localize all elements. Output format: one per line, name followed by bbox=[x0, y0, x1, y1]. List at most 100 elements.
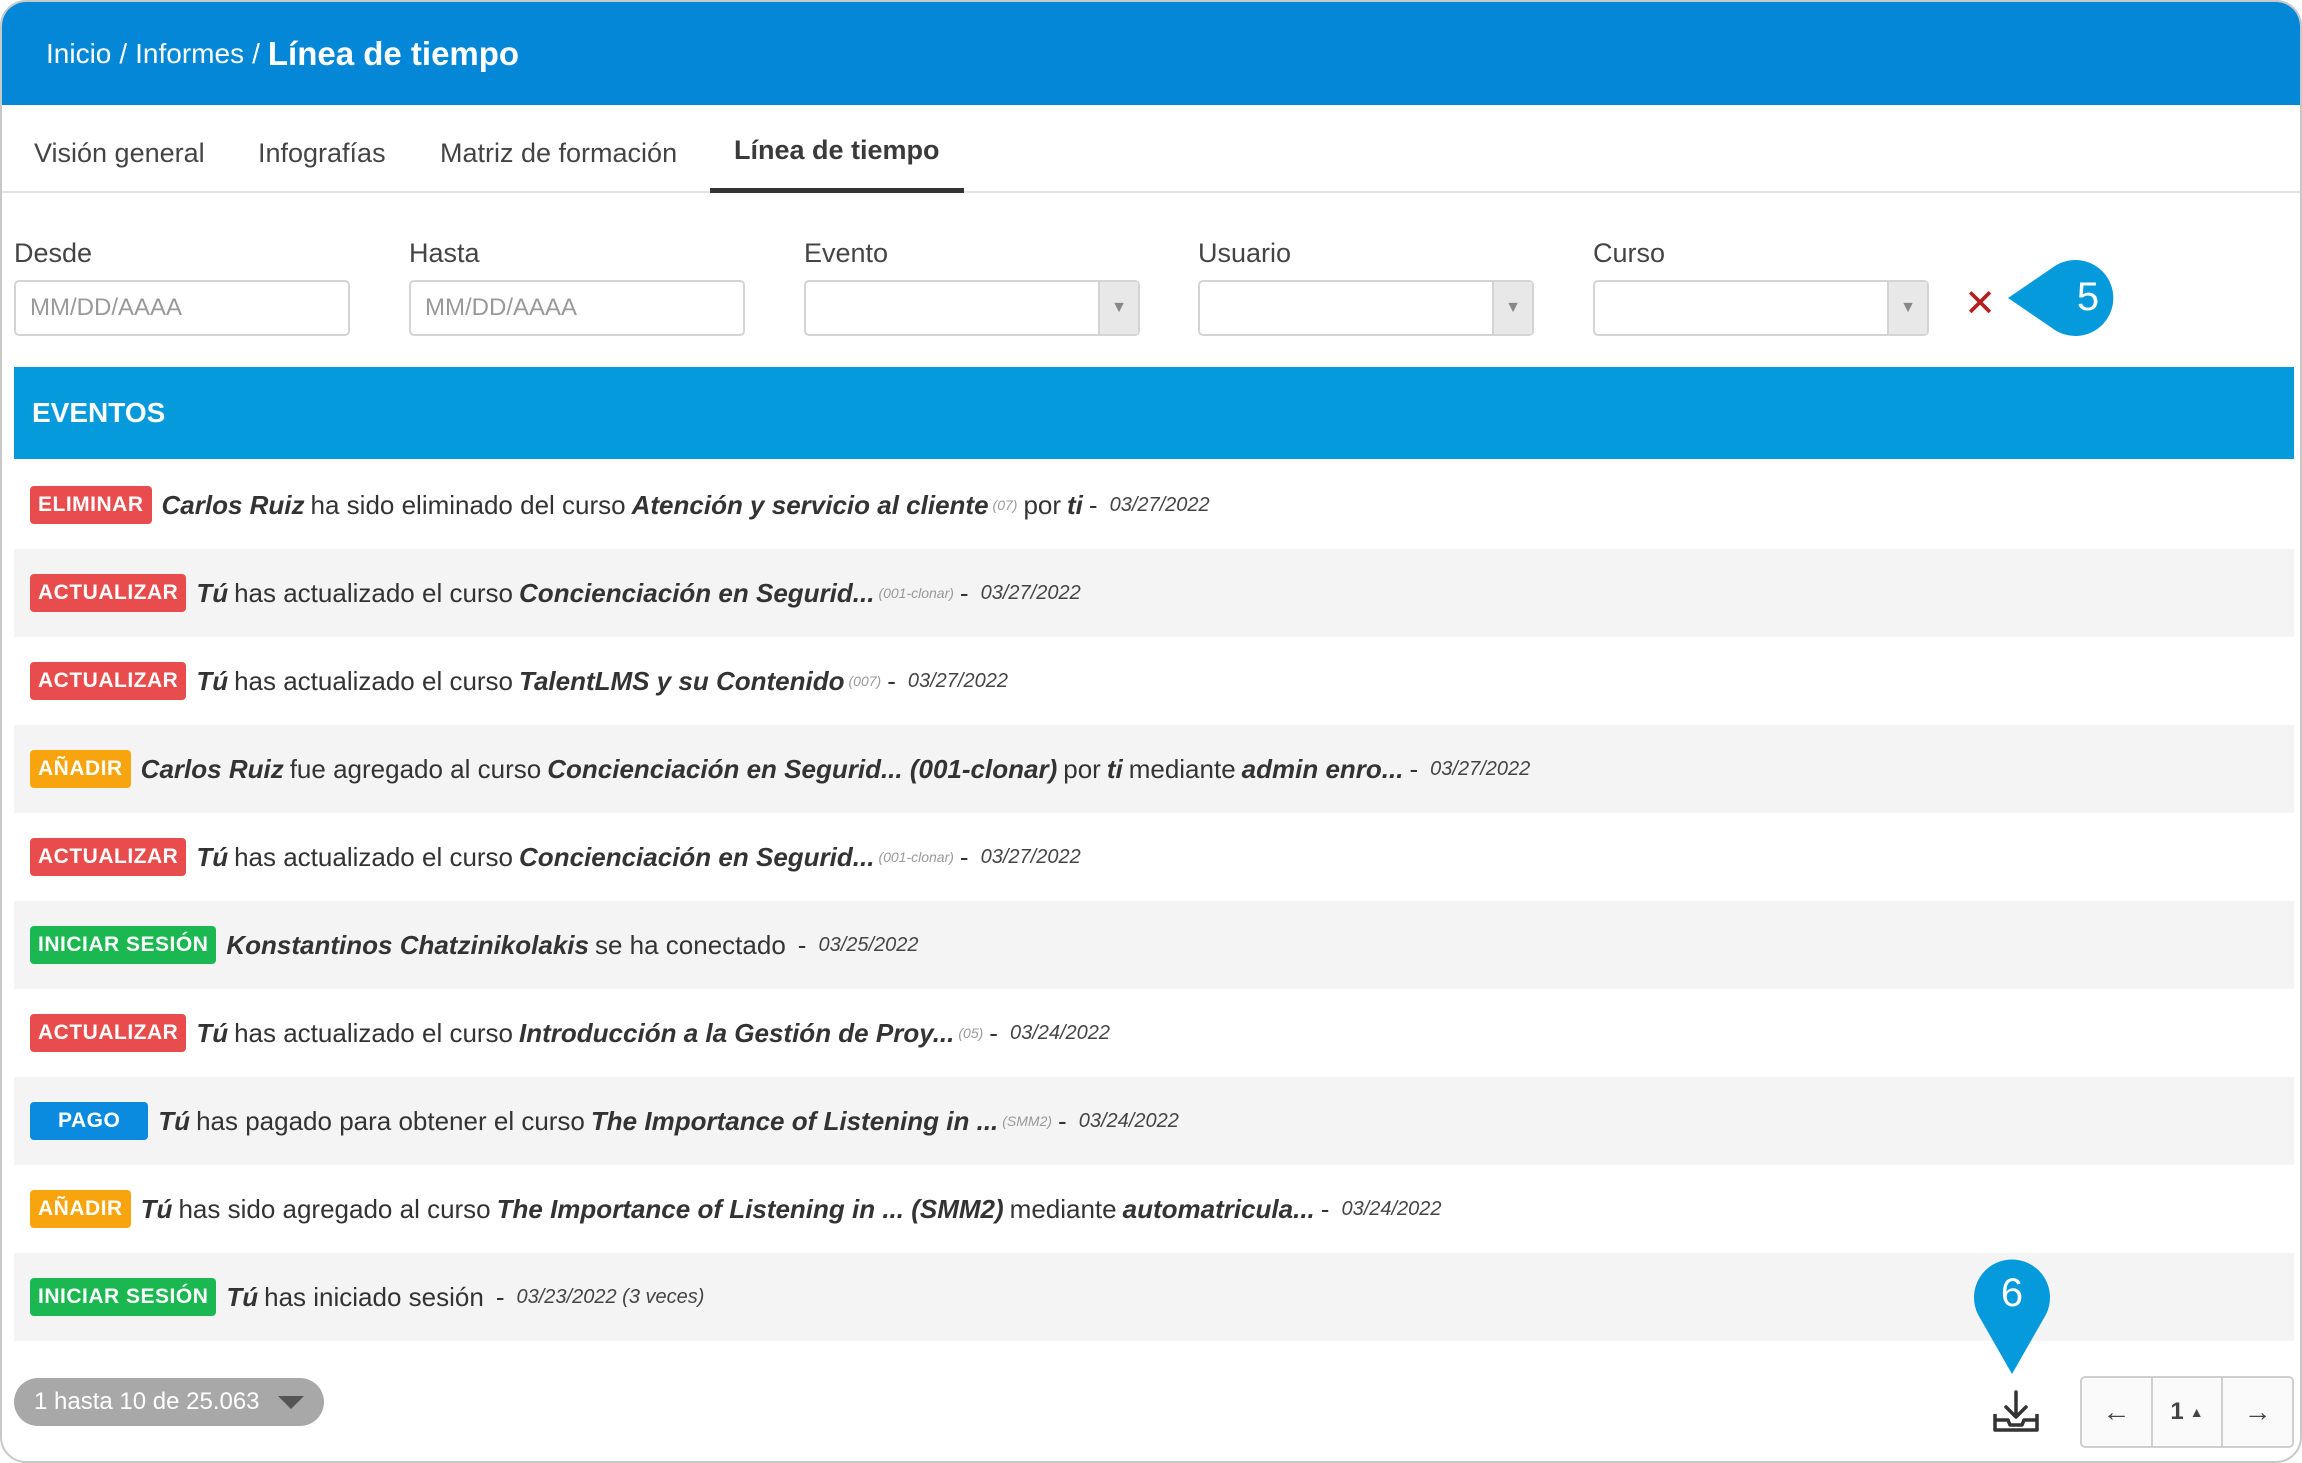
event-type-badge: INICIAR SESIÓN bbox=[30, 1278, 217, 1316]
event-entity: automatricula... bbox=[1122, 1193, 1315, 1224]
breadcrumb: Inicio / Informes / Línea de tiempo bbox=[2, 2, 2300, 105]
event-row: ACTUALIZAR Tú has actualizado el curso Conc… bbox=[14, 549, 2294, 637]
tab-timeline[interactable]: Línea de tiempo bbox=[710, 105, 964, 193]
event-date: 03/27/2022 bbox=[980, 581, 1081, 604]
download-icon[interactable] bbox=[1992, 1390, 2040, 1434]
page-size-dropdown[interactable]: 1 hasta 10 de 25.063 bbox=[14, 1378, 324, 1426]
course-code: (001-clonar) bbox=[878, 849, 954, 865]
clear-filters-icon[interactable]: ✕ bbox=[1962, 282, 1998, 326]
event-date: 03/27/2022 bbox=[1430, 757, 1531, 780]
event-row: ACTUALIZAR Tú has actualizado el curso Intr… bbox=[14, 989, 2294, 1077]
event-date: 03/27/2022 bbox=[980, 845, 1081, 868]
next-page-button[interactable]: → bbox=[2223, 1378, 2292, 1446]
event-text: has actualizado el curso bbox=[234, 1017, 514, 1048]
events-list: ELIMINAR Carlos Ruiz ha sido eliminado del… bbox=[14, 461, 2294, 1341]
course-code: (07) bbox=[992, 497, 1018, 513]
event-entity: The Importance of Listening in ... bbox=[590, 1105, 999, 1136]
event-entity: ti bbox=[1106, 753, 1123, 784]
event-entity: Konstantinos Chatzinikolakis bbox=[226, 929, 589, 960]
event-entity: Tú bbox=[196, 577, 229, 608]
page-title: Línea de tiempo bbox=[267, 34, 520, 72]
callout-marker-6: 6 bbox=[1974, 1259, 2050, 1374]
event-entity: Concienciación en Segurid... bbox=[519, 577, 875, 608]
app-frame: Inicio / Informes / Línea de tiempo Visi… bbox=[0, 0, 2302, 1463]
event-date: 03/27/2022 bbox=[1109, 493, 1210, 516]
event-entity: Introducción a la Gestión de Proy... bbox=[519, 1017, 955, 1048]
event-entity: TalentLMS y su Contenido bbox=[519, 665, 845, 696]
dropdown-arrow-icon[interactable]: ▼ bbox=[1887, 282, 1927, 334]
course-code: (007) bbox=[848, 673, 882, 689]
event-text: mediante bbox=[1009, 1193, 1117, 1224]
event-row: AÑADIR Tú has sido agregado al curso The Im… bbox=[14, 1165, 2294, 1253]
tab-overview[interactable]: Visión general bbox=[10, 105, 229, 193]
event-date: 03/27/2022 bbox=[907, 669, 1008, 692]
event-type-badge: ACTUALIZAR bbox=[30, 838, 187, 876]
event-text: mediante bbox=[1128, 753, 1236, 784]
event-type-badge: AÑADIR bbox=[30, 750, 131, 788]
to-label: Hasta bbox=[409, 238, 480, 268]
tab-infographics[interactable]: Infografías bbox=[234, 105, 410, 193]
event-type-badge: PAGO bbox=[30, 1102, 149, 1140]
event-row: ACTUALIZAR Tú has actualizado el curso Conc… bbox=[14, 813, 2294, 901]
breadcrumb-reports[interactable]: Informes bbox=[135, 38, 244, 70]
event-type-badge: AÑADIR bbox=[30, 1190, 131, 1228]
dropdown-arrow-icon[interactable]: ▼ bbox=[1492, 282, 1532, 334]
dropdown-arrow-icon[interactable]: ▼ bbox=[1098, 282, 1138, 334]
event-text: has actualizado el curso bbox=[234, 841, 514, 872]
event-date: 03/24/2022 bbox=[1009, 1021, 1111, 1044]
event-text: has iniciado sesión bbox=[264, 1281, 484, 1312]
to-date-input[interactable] bbox=[409, 280, 745, 336]
event-entity: The Importance of Listening in ... (SMM2… bbox=[496, 1193, 1004, 1224]
event-type-badge: ACTUALIZAR bbox=[30, 1014, 187, 1052]
event-entity: Atención y servicio al cliente bbox=[631, 489, 989, 520]
breadcrumb-home[interactable]: Inicio bbox=[46, 38, 111, 70]
event-select[interactable]: ▼ bbox=[804, 280, 1140, 336]
event-row: AÑADIR Carlos Ruiz fue agregado al curso Co… bbox=[14, 725, 2294, 813]
event-text: has pagado para obtener el curso bbox=[196, 1105, 585, 1136]
event-text: por bbox=[1063, 753, 1101, 784]
event-date: 03/25/2022 bbox=[818, 933, 919, 956]
callout-marker-5: 5 bbox=[2008, 260, 2114, 336]
tab-training-matrix[interactable]: Matriz de formación bbox=[416, 105, 701, 193]
event-text: has actualizado el curso bbox=[234, 665, 514, 696]
prev-page-button[interactable]: ← bbox=[2082, 1378, 2153, 1446]
course-select[interactable]: ▼ bbox=[1593, 280, 1929, 336]
breadcrumb-separator: / bbox=[119, 37, 128, 69]
event-row: INICIAR SESIÓN Konstantinos Chatzinikolak… bbox=[14, 901, 2294, 989]
event-text: - bbox=[1058, 1105, 1067, 1136]
from-label: Desde bbox=[14, 238, 93, 268]
event-text: - bbox=[959, 841, 969, 872]
event-text: - bbox=[495, 1281, 505, 1312]
event-date: 03/24/2022 bbox=[1078, 1109, 1179, 1132]
from-date-input[interactable] bbox=[14, 280, 350, 336]
event-entity: Tú bbox=[196, 1017, 229, 1048]
callout-number: 5 bbox=[2077, 275, 2099, 319]
event-text: - bbox=[887, 665, 896, 696]
event-text: - bbox=[989, 1017, 998, 1048]
events-header: EVENTOS bbox=[14, 367, 2294, 459]
event-date: 03/23/2022 (3 veces) bbox=[516, 1285, 705, 1308]
event-row: ELIMINAR Carlos Ruiz ha sido eliminado del… bbox=[14, 461, 2294, 549]
event-text: fue agregado al curso bbox=[289, 753, 542, 784]
event-entity: Tú bbox=[158, 1105, 191, 1136]
event-type-badge: ACTUALIZAR bbox=[30, 662, 187, 700]
event-text: - bbox=[1088, 489, 1098, 520]
event-text: - bbox=[959, 577, 969, 608]
course-label: Curso bbox=[1593, 238, 1666, 268]
user-select[interactable]: ▼ bbox=[1198, 280, 1534, 336]
tab-bar: Visión general Infografías Matriz de for… bbox=[2, 105, 2300, 193]
event-text: - bbox=[1409, 753, 1419, 784]
event-entity: Concienciación en Segurid... (001-clonar… bbox=[547, 753, 1058, 784]
event-text: has sido agregado al curso bbox=[178, 1193, 491, 1224]
course-code: (SMM2) bbox=[1002, 1113, 1053, 1129]
event-row: ACTUALIZAR Tú has actualizado el curso Tale… bbox=[14, 637, 2294, 725]
event-text: - bbox=[1320, 1193, 1330, 1224]
event-entity: Carlos Ruiz bbox=[161, 489, 305, 520]
caret-up-icon: ▲ bbox=[2189, 1404, 2204, 1420]
event-date: 03/24/2022 bbox=[1341, 1197, 1442, 1220]
page-select[interactable]: 1 ▲ bbox=[2153, 1378, 2224, 1446]
user-label: Usuario bbox=[1198, 238, 1292, 268]
current-page: 1 bbox=[2170, 1398, 2184, 1425]
callout-number: 6 bbox=[2001, 1271, 2023, 1315]
event-text: se ha conectado bbox=[594, 929, 786, 960]
